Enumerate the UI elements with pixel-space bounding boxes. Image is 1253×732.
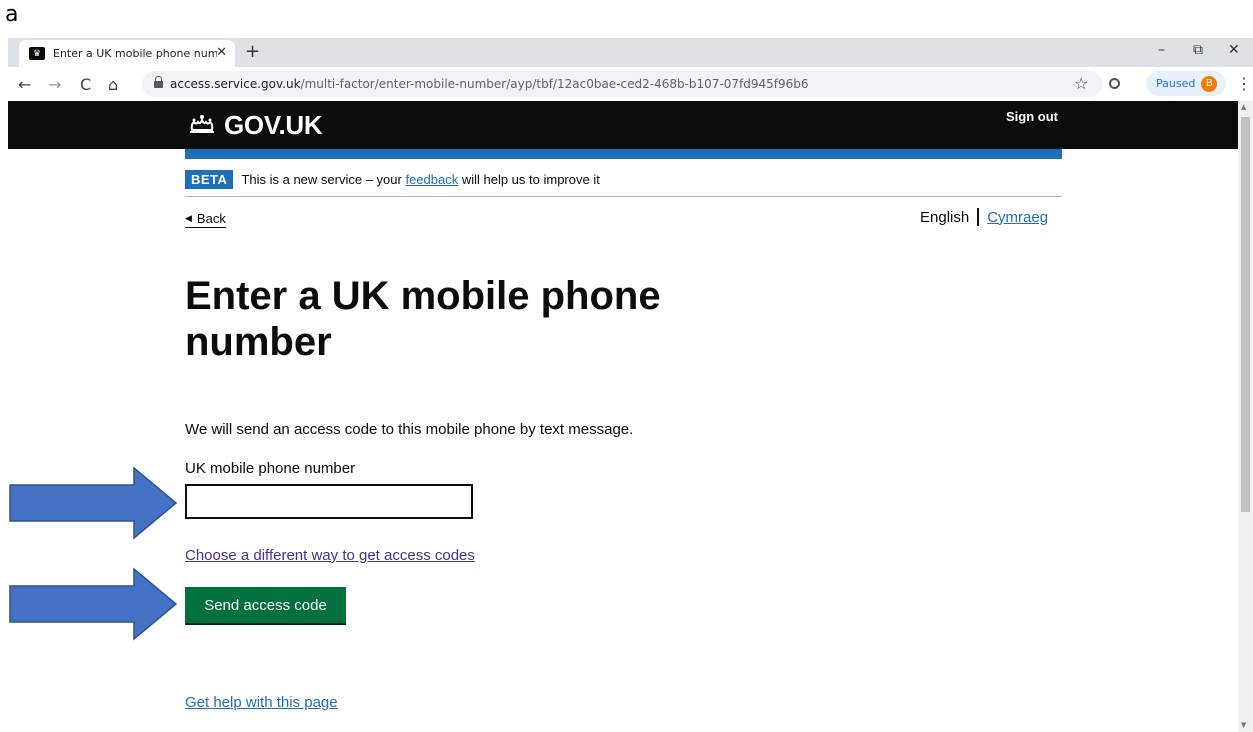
browser-toolbar: ← → C ⌂ access.service.gov.uk/multi-fact… <box>8 67 1253 101</box>
beta-tag: BETA <box>185 170 234 189</box>
tab-title: Enter a UK mobile phone numbe <box>53 47 217 60</box>
home-icon[interactable]: ⌂ <box>108 75 118 94</box>
annotation-arrow-input <box>9 466 178 540</box>
avatar: B <box>1201 75 1218 92</box>
reload-icon[interactable]: C <box>80 75 91 94</box>
phase-banner: BETA This is a new service – your feedba… <box>185 163 1062 197</box>
get-help-link[interactable]: Get help with this page <box>185 694 338 711</box>
figure-caption-letter: a <box>5 2 19 27</box>
browser-tab[interactable]: ♛ Enter a UK mobile phone numbe ✕ <box>19 40 235 67</box>
back-link-label: Back <box>196 211 226 226</box>
scroll-up-icon[interactable]: ▲ <box>1241 103 1246 111</box>
restore-icon[interactable]: ⧉ <box>1193 42 1203 58</box>
profile-button[interactable]: Paused B <box>1146 71 1226 96</box>
annotation-arrow-button <box>9 567 178 641</box>
language-cymraeg-link[interactable]: Cymraeg <box>987 209 1048 226</box>
back-link[interactable]: ◀ Back <box>185 211 226 228</box>
phase-banner-text: This is a new service – your feedback wi… <box>241 172 600 187</box>
crown-icon <box>190 115 214 133</box>
tab-close-icon[interactable]: ✕ <box>216 45 227 60</box>
header-accent-bar <box>185 149 1062 159</box>
scroll-down-icon[interactable]: ▼ <box>1241 721 1246 729</box>
sign-out-link[interactable]: Sign out <box>1006 109 1058 124</box>
govuk-header: GOV.UK Sign out <box>8 101 1238 149</box>
browser-tabstrip: ♛ Enter a UK mobile phone numbe ✕ + – ⧉ … <box>8 38 1253 67</box>
profile-status: Paused <box>1156 77 1196 90</box>
hint-text: We will send an access code to this mobi… <box>185 421 634 438</box>
extension-icon[interactable] <box>1109 78 1120 89</box>
window-close-icon[interactable]: ✕ <box>1228 42 1240 58</box>
language-english: English <box>920 208 970 226</box>
page-title: Enter a UK mobile phone number <box>185 274 661 364</box>
language-switcher: English Cymraeg <box>920 208 1048 226</box>
lock-icon <box>154 76 163 89</box>
scroll-thumb[interactable] <box>1241 117 1250 512</box>
address-bar[interactable]: access.service.gov.uk/multi-factor/enter… <box>142 71 1102 97</box>
send-access-code-button[interactable]: Send access code <box>185 587 346 623</box>
url-text: access.service.gov.uk/multi-factor/enter… <box>170 77 809 91</box>
minimize-icon[interactable]: – <box>1158 42 1165 58</box>
page-scrollbar[interactable]: ▲ ▼ <box>1238 101 1253 732</box>
different-way-link[interactable]: Choose a different way to get access cod… <box>185 547 475 564</box>
phone-number-input[interactable] <box>185 484 473 519</box>
star-icon[interactable]: ☆ <box>1074 74 1088 93</box>
language-divider <box>977 208 980 226</box>
govuk-logo-text[interactable]: GOV.UK <box>224 110 323 141</box>
feedback-link[interactable]: feedback <box>405 172 458 187</box>
menu-icon[interactable]: ⋮ <box>1236 74 1252 93</box>
forward-arrow-icon[interactable]: → <box>48 75 61 94</box>
chevron-left-icon: ◀ <box>185 213 192 224</box>
back-arrow-icon[interactable]: ← <box>18 75 31 94</box>
new-tab-button[interactable]: + <box>245 41 260 62</box>
phone-number-label: UK mobile phone number <box>185 460 356 477</box>
gov-favicon-icon: ♛ <box>29 47 45 60</box>
